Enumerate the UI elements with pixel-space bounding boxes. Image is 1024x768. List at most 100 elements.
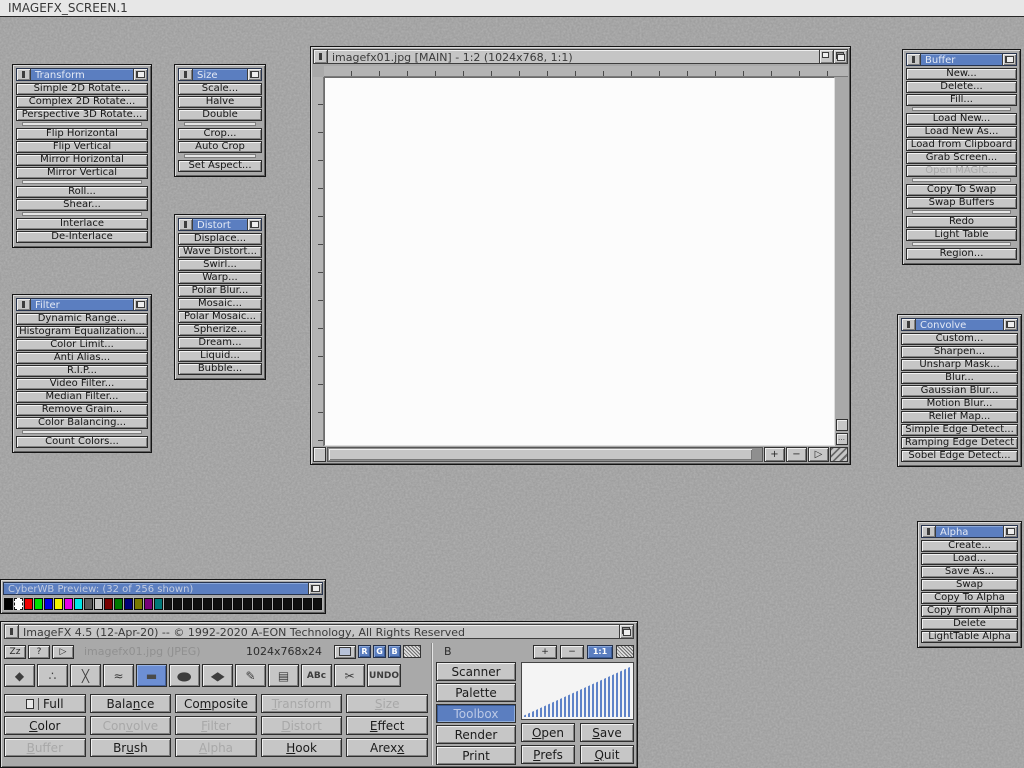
grid-button-composite[interactable]: Composite [175,694,257,713]
convolve-panel[interactable]: Convolve Custom...Sharpen...Unsharp Mask… [897,314,1022,467]
depth-icon[interactable] [247,69,261,80]
button-redo[interactable]: Redo [906,216,1017,228]
size-panel[interactable]: Size Scale...HalveDoubleCrop...Auto Crop… [174,64,266,177]
color-swatch[interactable] [54,598,63,610]
grid-button-arexx[interactable]: Arexx [346,738,428,757]
button-flip-vertical[interactable]: Flip Vertical [16,141,148,153]
depth-icon[interactable] [247,219,261,230]
action-button-open[interactable]: Open [521,723,575,742]
image-window-titlebar[interactable]: imagefx01.jpg [MAIN] - 1:2 (1024x768, 1:… [313,49,848,64]
toolbox-titlebar[interactable]: ImageFX 4.5 (12-Apr-20) -- © 1992-2020 A… [4,624,634,639]
mode-button-print[interactable]: Print [436,746,516,765]
curve-tool[interactable]: ≈ [103,664,134,687]
scissors-tool[interactable]: ✂ [334,664,365,687]
action-button-save[interactable]: Save [580,723,634,742]
blue-channel-button[interactable]: B [388,645,401,658]
depth-icon[interactable] [1003,319,1017,330]
color-swatch[interactable] [293,598,302,610]
button-auto-crop[interactable]: Auto Crop [178,141,262,153]
mode-button-scanner[interactable]: Scanner [436,662,516,681]
button-load-new-as[interactable]: Load New As... [906,126,1017,138]
color-swatch[interactable] [283,598,292,610]
button-displace[interactable]: Displace... [178,233,262,245]
button-load-from-clipboard[interactable]: Load from Clipboard [906,139,1017,151]
pattern-swatch[interactable] [403,645,421,658]
resize-handle-icon[interactable] [830,447,848,462]
button-sobel-edge-detect[interactable]: Sobel Edge Detect... [901,450,1018,462]
buffer-titlebar[interactable]: Buffer [906,53,1017,66]
color-swatch[interactable] [183,598,192,610]
button-swap-buffers[interactable]: Swap Buffers [906,197,1017,209]
color-swatch[interactable] [253,598,262,610]
grid-button-hook[interactable]: Hook [261,738,343,757]
color-swatch[interactable] [34,598,43,610]
grid-button-full[interactable]: Full [4,694,86,713]
distort-titlebar[interactable]: Distort [178,218,262,231]
options-dots-icon[interactable]: … [836,433,848,445]
color-swatch[interactable] [203,598,212,610]
line-tool[interactable]: ╳ [70,664,101,687]
button-color-balancing[interactable]: Color Balancing... [16,417,148,429]
zoom-in-button[interactable]: + [533,645,557,659]
image-window[interactable]: imagefx01.jpg [MAIN] - 1:2 (1024x768, 1:… [310,46,851,465]
button-scale[interactable]: Scale... [178,83,262,95]
button-mirror-vertical[interactable]: Mirror Vertical [16,167,148,179]
polygon-tool[interactable]: ◆ [202,664,233,687]
button-copy-from-alpha[interactable]: Copy From Alpha [921,605,1018,617]
action-button-quit[interactable]: Quit [580,745,634,764]
color-swatch[interactable] [94,598,103,610]
button-blur[interactable]: Blur... [901,372,1018,384]
size-titlebar[interactable]: Size [178,68,262,81]
close-icon[interactable] [17,69,31,80]
button-r-i-p[interactable]: R.I.P... [16,365,148,377]
color-swatch[interactable] [74,598,83,610]
color-swatch[interactable] [144,598,153,610]
button-shear[interactable]: Shear... [16,199,148,211]
color-swatch[interactable] [134,598,143,610]
button-halve[interactable]: Halve [178,96,262,108]
close-icon[interactable] [17,299,31,310]
palette-preview-window[interactable]: CyberWB Preview: (32 of 256 shown) [0,579,326,614]
button-polar-blur[interactable]: Polar Blur... [178,285,262,297]
filter-titlebar[interactable]: Filter [16,298,148,311]
close-icon[interactable] [5,625,19,638]
button-video-filter[interactable]: Video Filter... [16,378,148,390]
alpha-titlebar[interactable]: Alpha [921,525,1018,538]
box-tool[interactable]: ▬ [136,664,167,687]
pattern-swatch[interactable] [616,645,634,658]
button-double[interactable]: Double [178,109,262,121]
button-anti-alias[interactable]: Anti Alias... [16,352,148,364]
button-region[interactable]: Region... [906,248,1017,260]
color-swatch[interactable] [124,598,133,610]
transform-titlebar[interactable]: Transform [16,68,148,81]
color-swatch[interactable] [213,598,222,610]
green-channel-button[interactable]: G [373,645,386,658]
button-roll[interactable]: Roll... [16,186,148,198]
zoom-out-button[interactable]: − [560,645,584,659]
pan-arrow-button[interactable]: ▷ [808,447,829,462]
button-swirl[interactable]: Swirl... [178,259,262,271]
play-button[interactable]: ▷ [52,645,74,659]
color-swatch[interactable] [114,598,123,610]
button-relief-map[interactable]: Relief Map... [901,411,1018,423]
button-wave-distort[interactable]: Wave Distort... [178,246,262,258]
clipboard-tool[interactable]: ▤ [268,664,299,687]
scrollbar-thumb[interactable] [329,449,752,460]
button-perspective-3d-rotate[interactable]: Perspective 3D Rotate... [16,109,148,121]
button-remove-grain[interactable]: Remove Grain... [16,404,148,416]
color-swatch[interactable] [243,598,252,610]
button-fill[interactable]: Fill... [906,94,1017,106]
imagefx-toolbox-window[interactable]: ImageFX 4.5 (12-Apr-20) -- © 1992-2020 A… [0,621,638,768]
undo-button[interactable]: UNDO [367,664,401,687]
close-icon[interactable] [902,319,916,330]
grid-button-color[interactable]: Color [4,716,86,735]
palette-titlebar[interactable]: CyberWB Preview: (32 of 256 shown) [3,582,323,595]
color-swatch[interactable] [193,598,202,610]
button-copy-to-swap[interactable]: Copy To Swap [906,184,1017,196]
color-swatch[interactable] [313,598,322,610]
button-set-aspect[interactable]: Set Aspect... [178,160,262,172]
button-dream[interactable]: Dream... [178,337,262,349]
button-complex-2d-rotate[interactable]: Complex 2D Rotate... [16,96,148,108]
button-count-colors[interactable]: Count Colors... [16,436,148,448]
button-ramping-edge-detect[interactable]: Ramping Edge Detect [901,437,1018,449]
